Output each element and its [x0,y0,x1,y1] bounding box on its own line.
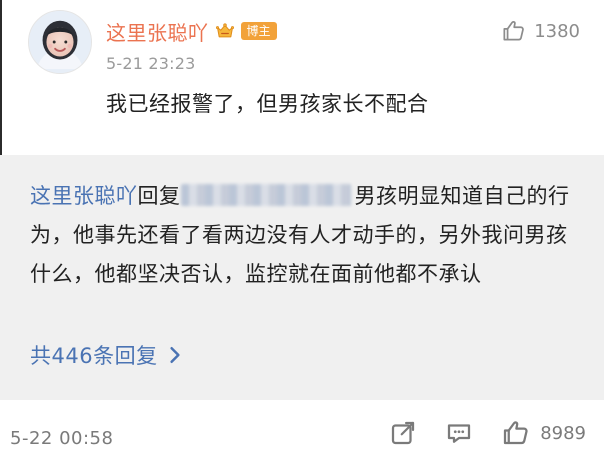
comment-card: 这里张聪吖 博主 5-21 23:23 我已经报警了，但男孩家长不配合 1380 [0,0,604,155]
comment-header: 这里张聪吖 博主 [106,16,277,46]
comment-timestamp: 5-21 23:23 [106,54,196,73]
reply-preview-box: 这里张聪吖回复 男孩明显知道自己的行为，他事先还看了看两边没有人才动手的，另外我问… [0,155,604,400]
avatar-image [29,11,91,73]
reply-content: 这里张聪吖回复 男孩明显知道自己的行为，他事先还看了看两边没有人才动手的，另外我问… [30,177,578,294]
reply-verb: 回复 [137,184,181,208]
thumb-up-icon [500,418,530,448]
author-badge: 博主 [240,22,277,40]
avatar[interactable] [28,10,92,74]
post-like-button[interactable]: 8989 [500,418,586,448]
more-replies-link[interactable]: 共446条回复 [30,340,182,370]
share-icon[interactable] [388,418,418,448]
blurred-mention [180,184,351,206]
chevron-right-icon [168,346,182,364]
comment-icon[interactable] [444,418,474,448]
comment-username[interactable]: 这里张聪吖 [106,17,209,46]
left-edge-divider [0,0,2,155]
thumb-up-icon [500,18,526,44]
crown-icon [215,21,235,41]
comment-like-button[interactable]: 1380 [500,18,580,44]
comment-text: 我已经报警了，但男孩家长不配合 [106,92,429,116]
post-actions: 8989 [388,418,586,448]
reply-author[interactable]: 这里张聪吖 [30,184,138,208]
post-like-count: 8989 [540,422,586,444]
more-replies-label: 共446条回复 [30,344,158,368]
post-timestamp: 5-22 00:58 [10,428,114,449]
post-action-bar: 5-22 00:58 8989 [0,400,604,475]
comment-like-count: 1380 [534,20,580,42]
